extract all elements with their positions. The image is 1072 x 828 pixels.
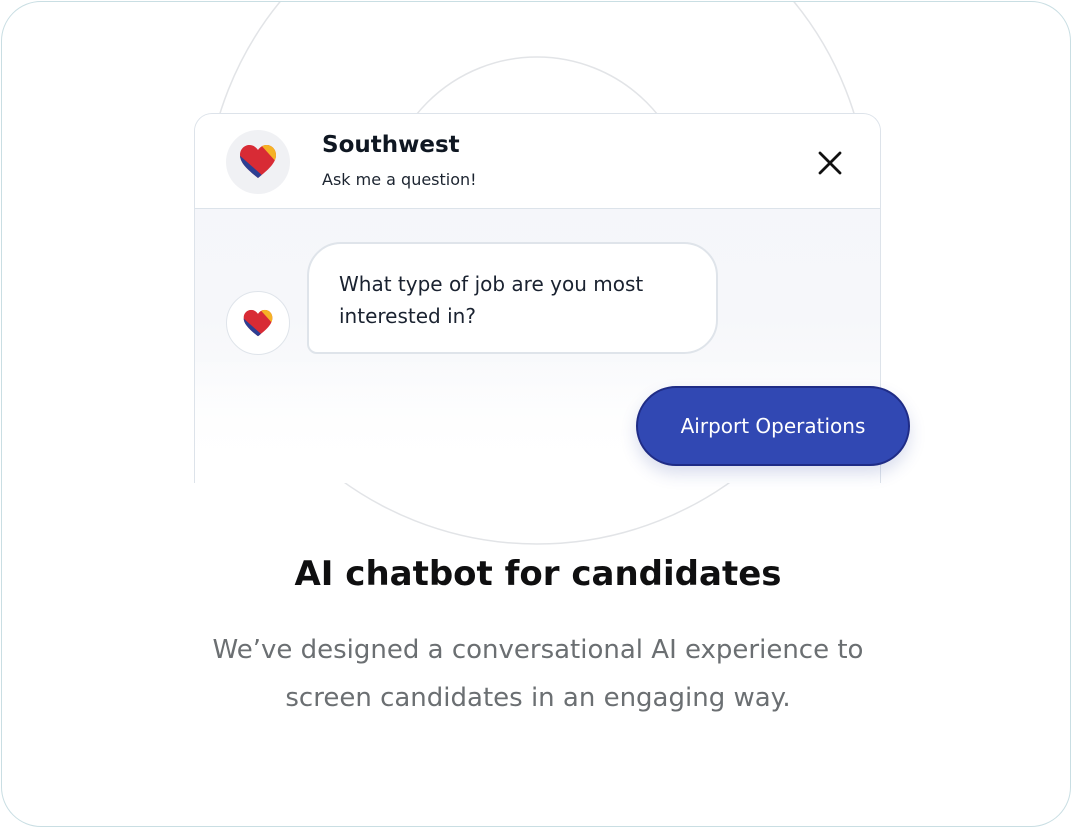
feature-description-line-1: We’ve designed a conversational AI exper…: [212, 635, 864, 665]
feature-title: AI chatbot for candidates: [294, 554, 782, 594]
chat-brand-name: Southwest: [322, 132, 460, 158]
feature-description-line-2: screen candidates in an engaging way.: [285, 683, 791, 713]
feature-card: Southwest Ask me a question! What type o…: [1, 1, 1071, 827]
bot-avatar: [226, 291, 290, 355]
southwest-heart-logo-icon: [243, 309, 273, 336]
feature-description: We’ve designed a conversational AI exper…: [2, 626, 1070, 722]
bot-message-bubble: What type of job are you most interested…: [307, 242, 718, 354]
southwest-heart-logo-icon: [240, 145, 276, 178]
brand-avatar: [226, 130, 290, 194]
bot-message-text: What type of job are you most interested…: [339, 272, 644, 328]
reply-option-button[interactable]: Airport Operations: [636, 386, 910, 466]
close-button[interactable]: [815, 148, 845, 178]
chat-header: Southwest Ask me a question!: [195, 114, 880, 209]
close-icon[interactable]: [815, 148, 845, 178]
chat-brand-subtitle: Ask me a question!: [322, 170, 477, 189]
